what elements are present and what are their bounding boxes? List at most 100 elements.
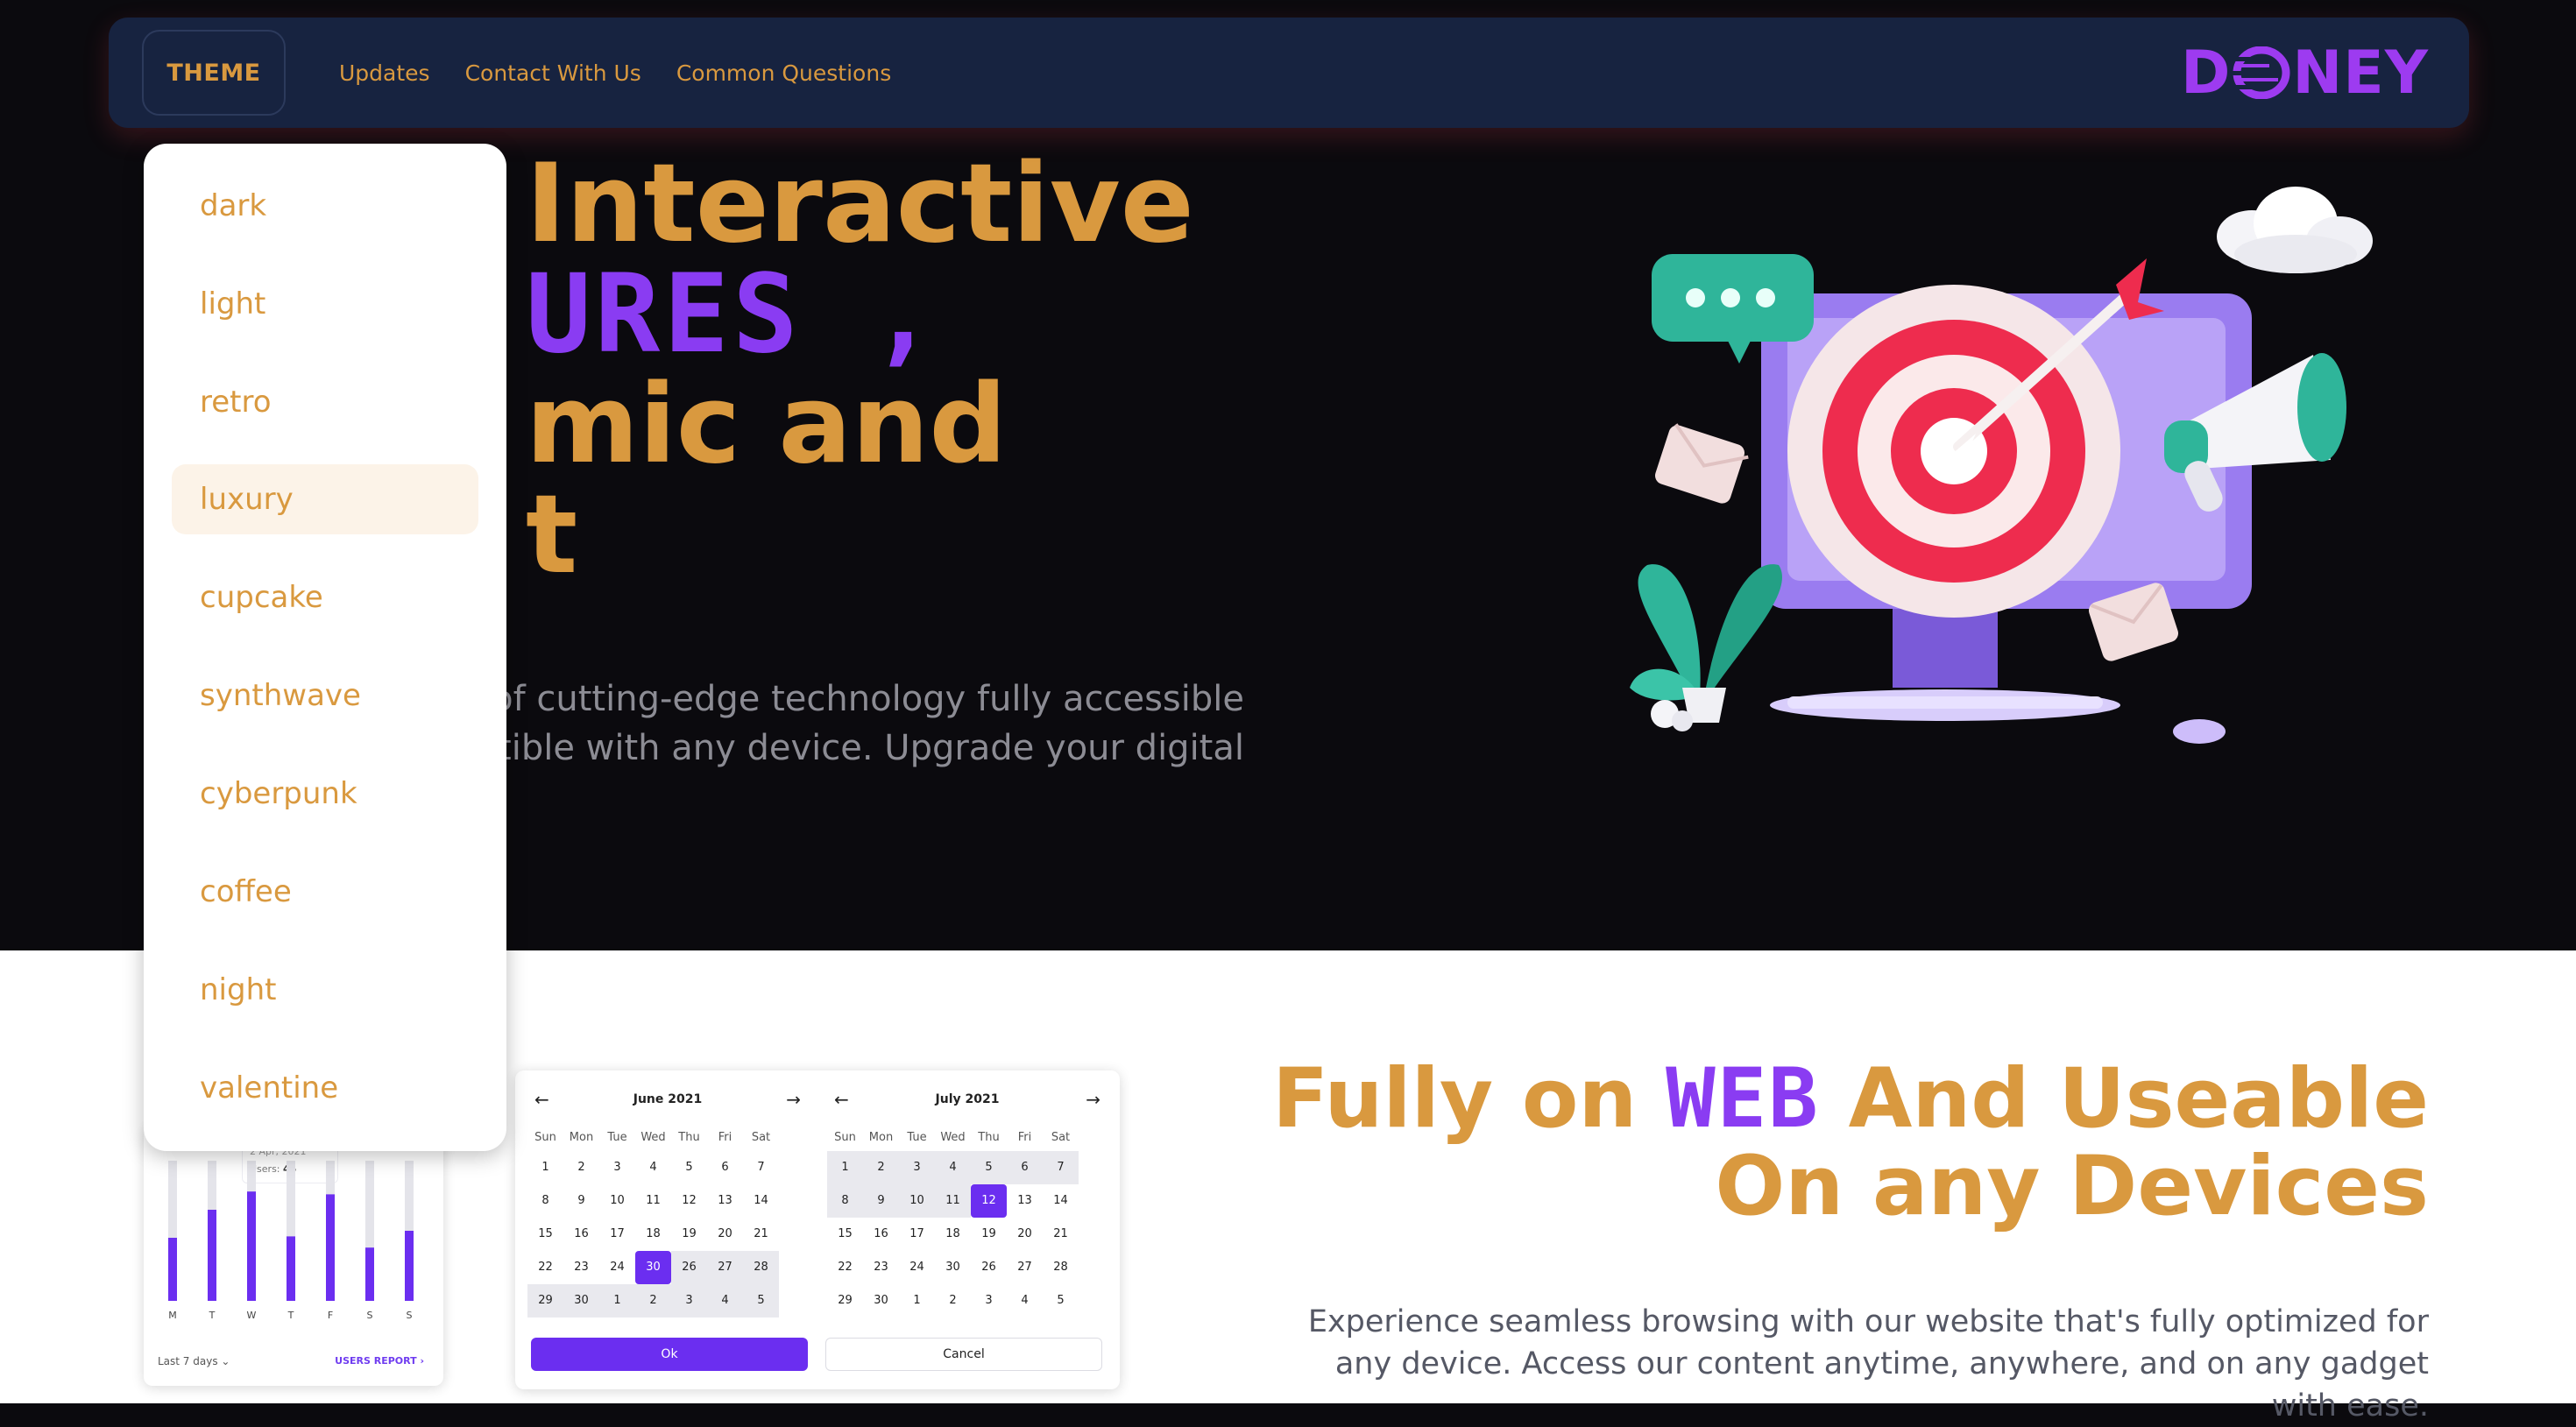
arrow-left-icon[interactable]: ← — [834, 1089, 849, 1110]
calendar-day[interactable]: 28 — [1043, 1251, 1079, 1284]
calendar-day[interactable]: 1 — [827, 1151, 863, 1184]
theme-option-dark[interactable]: dark — [172, 171, 478, 241]
range-select[interactable]: Last 7 days ⌄ — [158, 1355, 230, 1367]
theme-button[interactable]: THEME — [142, 30, 286, 116]
calendar-day[interactable]: 27 — [707, 1251, 743, 1284]
bar-2[interactable] — [247, 1191, 256, 1301]
calendar-day[interactable]: 3 — [599, 1151, 635, 1184]
calendar-day[interactable]: 20 — [707, 1218, 743, 1251]
calendar-day[interactable]: 1 — [599, 1284, 635, 1318]
calendar-day[interactable]: 4 — [707, 1284, 743, 1318]
calendar-day[interactable]: 9 — [863, 1184, 899, 1218]
calendar-day[interactable]: 23 — [863, 1251, 899, 1284]
theme-option-valentine[interactable]: valentine — [172, 1053, 478, 1123]
calendar-day[interactable]: 24 — [599, 1251, 635, 1284]
calendar-day[interactable]: 29 — [527, 1284, 563, 1318]
calendar-day[interactable]: 26 — [671, 1251, 707, 1284]
calendar-day[interactable]: 11 — [935, 1184, 971, 1218]
theme-option-retro[interactable]: retro — [172, 367, 478, 437]
calendar-day[interactable]: 2 — [563, 1151, 599, 1184]
theme-option-cupcake[interactable]: cupcake — [172, 562, 478, 632]
nav-link-updates[interactable]: Updates — [339, 60, 430, 86]
calendar-day[interactable]: 23 — [563, 1251, 599, 1284]
cancel-button[interactable]: Cancel — [825, 1338, 1102, 1371]
calendar-day[interactable]: 13 — [1007, 1184, 1043, 1218]
calendar-day[interactable]: 7 — [1043, 1151, 1079, 1184]
nav-link-contact[interactable]: Contact With Us — [465, 60, 641, 86]
calendar-day[interactable]: 27 — [1007, 1251, 1043, 1284]
bar-3[interactable] — [287, 1236, 295, 1301]
calendar-day[interactable]: 12 — [971, 1184, 1007, 1218]
brand-logo[interactable]: D NEY — [2181, 39, 2429, 108]
theme-option-luxury[interactable]: luxury — [172, 464, 478, 534]
calendar-day[interactable]: 4 — [935, 1151, 971, 1184]
theme-option-cyberpunk[interactable]: cyberpunk — [172, 759, 478, 829]
calendar-day[interactable]: 16 — [863, 1218, 899, 1251]
calendar-day[interactable]: 6 — [1007, 1151, 1043, 1184]
arrow-right-icon[interactable]: → — [1086, 1089, 1100, 1110]
calendar-day[interactable]: 14 — [743, 1184, 779, 1218]
bar-4[interactable] — [326, 1194, 335, 1301]
calendar-day[interactable]: 19 — [971, 1218, 1007, 1251]
calendar-day[interactable]: 8 — [827, 1184, 863, 1218]
calendar-day[interactable]: 3 — [899, 1151, 935, 1184]
calendar-day[interactable]: 17 — [599, 1218, 635, 1251]
calendar-day[interactable]: 5 — [1043, 1284, 1079, 1318]
calendar-day[interactable]: 14 — [1043, 1184, 1079, 1218]
calendar-day[interactable]: 15 — [527, 1218, 563, 1251]
nav-link-faq[interactable]: Common Questions — [676, 60, 891, 86]
calendar-day[interactable]: 16 — [563, 1218, 599, 1251]
calendar-day[interactable]: 21 — [1043, 1218, 1079, 1251]
calendar-day[interactable]: 3 — [671, 1284, 707, 1318]
calendar-day[interactable]: 9 — [563, 1184, 599, 1218]
bar-6[interactable] — [405, 1231, 414, 1301]
calendar-day[interactable]: 28 — [743, 1251, 779, 1284]
calendar-day[interactable]: 30 — [935, 1251, 971, 1284]
calendar-day[interactable]: 17 — [899, 1218, 935, 1251]
theme-option-synthwave[interactable]: synthwave — [172, 661, 478, 731]
calendar-day[interactable]: 30 — [635, 1251, 671, 1284]
theme-option-coffee[interactable]: coffee — [172, 857, 478, 927]
bar-0[interactable] — [168, 1238, 177, 1301]
calendar-day[interactable]: 2 — [863, 1151, 899, 1184]
calendar-day[interactable]: 5 — [971, 1151, 1007, 1184]
calendar-day[interactable]: 18 — [935, 1218, 971, 1251]
calendar-day[interactable]: 30 — [863, 1284, 899, 1318]
calendar-day[interactable]: 18 — [635, 1218, 671, 1251]
calendar-day[interactable]: 20 — [1007, 1218, 1043, 1251]
theme-option-night[interactable]: night — [172, 955, 478, 1025]
users-report-link[interactable]: USERS REPORT › — [335, 1355, 424, 1367]
calendar-day[interactable]: 1 — [527, 1151, 563, 1184]
ok-button[interactable]: Ok — [531, 1338, 808, 1371]
calendar-day[interactable]: 24 — [899, 1251, 935, 1284]
calendar-day[interactable]: 29 — [827, 1284, 863, 1318]
calendar-day[interactable]: 11 — [635, 1184, 671, 1218]
calendar-day[interactable]: 22 — [527, 1251, 563, 1284]
calendar-day[interactable]: 6 — [707, 1151, 743, 1184]
arrow-right-icon[interactable]: → — [786, 1089, 801, 1110]
calendar-day[interactable]: 8 — [527, 1184, 563, 1218]
calendar-day[interactable]: 21 — [743, 1218, 779, 1251]
calendar-day[interactable]: 4 — [1007, 1284, 1043, 1318]
calendar-day[interactable]: 5 — [743, 1284, 779, 1318]
calendar-day[interactable]: 3 — [971, 1284, 1007, 1318]
calendar-day[interactable]: 2 — [935, 1284, 971, 1318]
calendar-day[interactable]: 22 — [827, 1251, 863, 1284]
calendar-day[interactable]: 10 — [899, 1184, 935, 1218]
arrow-left-icon[interactable]: ← — [534, 1089, 549, 1110]
calendar-day[interactable]: 4 — [635, 1151, 671, 1184]
calendar-day[interactable]: 15 — [827, 1218, 863, 1251]
calendar-day[interactable]: 26 — [971, 1251, 1007, 1284]
calendar-day[interactable]: 7 — [743, 1151, 779, 1184]
theme-option-light[interactable]: light — [172, 269, 478, 339]
calendar-day[interactable]: 30 — [563, 1284, 599, 1318]
bar-5[interactable] — [365, 1247, 374, 1301]
calendar-day[interactable]: 2 — [635, 1284, 671, 1318]
calendar-day[interactable]: 13 — [707, 1184, 743, 1218]
calendar-day[interactable]: 19 — [671, 1218, 707, 1251]
calendar-day[interactable]: 12 — [671, 1184, 707, 1218]
calendar-day[interactable]: 10 — [599, 1184, 635, 1218]
calendar-day[interactable]: 5 — [671, 1151, 707, 1184]
calendar-day[interactable]: 1 — [899, 1284, 935, 1318]
bar-1[interactable] — [208, 1210, 216, 1301]
